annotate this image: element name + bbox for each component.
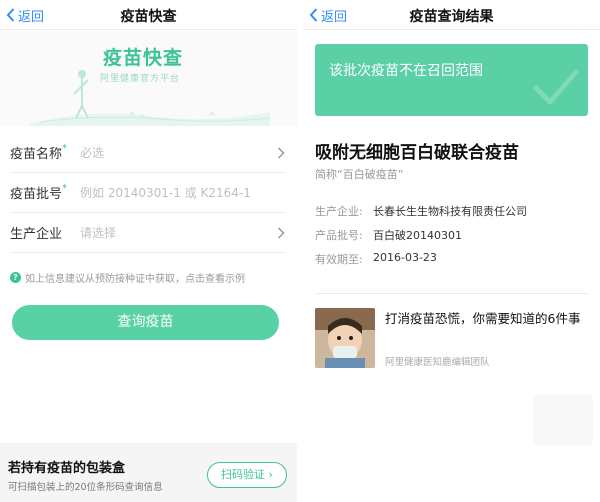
info-label: 有效期至: (315, 253, 363, 266)
required-mark: * (62, 183, 68, 194)
vaccine-result-screen: 返回 疫苗查询结果 该批次疫苗不在召回范围 吸附无细胞百白破联合疫苗 简称“百白… (303, 0, 600, 502)
page-title: 疫苗快查 (120, 9, 177, 25)
info-row-manufacturer: 生产企业: 长春长生生物科技有限责任公司 (315, 203, 527, 219)
info-value: 长春长生生物科技有限责任公司 (373, 205, 527, 218)
background-decoration (533, 395, 593, 445)
section-divider (315, 293, 588, 294)
nav-bar: 返回 疫苗快查 (0, 0, 297, 30)
vaccine-name: 吸附无细胞百白破联合疫苗 (315, 143, 519, 163)
hint-text: 如上信息建议从预防接种证中获取，点击查看示例 (25, 274, 245, 285)
manufacturer-select[interactable] (80, 225, 273, 240)
info-label: 生产企业: (315, 205, 363, 218)
chevron-right-icon: › (268, 468, 273, 481)
scan-verify-label: 扫码验证 (221, 468, 266, 481)
brand-title: 疫苗快查 (103, 47, 184, 69)
article-source: 阿里健康医知鹿编辑团队 (385, 357, 490, 368)
query-vaccine-button[interactable]: 查询疫苗 (12, 305, 279, 340)
hint-link[interactable]: ? 如上信息建议从预防接种证中获取，点击查看示例 (10, 270, 245, 285)
page-title: 疫苗查询结果 (409, 9, 494, 25)
help-icon: ? (10, 272, 21, 283)
child-photo-icon (315, 308, 375, 368)
required-mark: * (62, 143, 68, 154)
vaccine-alias: 简称“百白破疫苗” (315, 168, 404, 181)
result-status-text: 该批次疫苗不在召回范围 (329, 63, 483, 79)
vaccine-name-label-text: 疫苗名称 (10, 147, 63, 162)
article-thumbnail (315, 308, 375, 368)
package-scan-card: 若持有疫苗的包装盒 可扫描包装上的20位条形码查询信息 扫码验证 › (0, 443, 297, 502)
package-card-title: 若持有疫苗的包装盒 (8, 461, 126, 476)
checkmark-icon (533, 69, 579, 105)
vaccine-name-label: 疫苗名称* (10, 143, 80, 162)
chevron-right-icon (277, 226, 285, 239)
vaccine-name-row[interactable]: 疫苗名称* (10, 133, 285, 173)
vaccine-query-screen: 返回 疫苗快查 疫苗快查 阿里健康官方平台 疫苗名称* 疫苗批号* 生产企业 ?… (0, 0, 297, 502)
info-row-expiry: 有效期至: 2016-03-23 (315, 251, 437, 267)
info-value: 百白破20140301 (373, 229, 462, 242)
batch-number-row[interactable]: 疫苗批号* (10, 173, 285, 213)
batch-number-input[interactable] (80, 185, 285, 200)
package-card-subtitle: 可扫描包装上的20位条形码查询信息 (8, 482, 163, 493)
result-banner: 该批次疫苗不在召回范围 (315, 44, 588, 116)
brand-subtitle: 阿里健康官方平台 (100, 74, 181, 84)
article-card[interactable]: 打消疫苗恐慌，你需要知道的6件事 阿里健康医知鹿编辑团队 (315, 308, 588, 370)
manufacturer-row[interactable]: 生产企业 (10, 213, 285, 253)
article-title: 打消疫苗恐慌，你需要知道的6件事 (385, 311, 581, 326)
info-row-batch: 产品批号: 百白破20140301 (315, 227, 462, 243)
nav-bar: 返回 疫苗查询结果 (303, 0, 600, 30)
hero-banner: 疫苗快查 阿里健康官方平台 (0, 31, 297, 126)
scan-verify-button[interactable]: 扫码验证 › (207, 462, 287, 488)
vaccine-name-select[interactable] (80, 145, 273, 160)
batch-number-label: 疫苗批号* (10, 183, 80, 202)
info-value: 2016-03-23 (373, 251, 437, 264)
manufacturer-label: 生产企业 (10, 227, 63, 242)
batch-number-label-text: 疫苗批号 (10, 187, 63, 202)
info-label: 产品批号: (315, 229, 363, 242)
chevron-right-icon (277, 146, 285, 159)
